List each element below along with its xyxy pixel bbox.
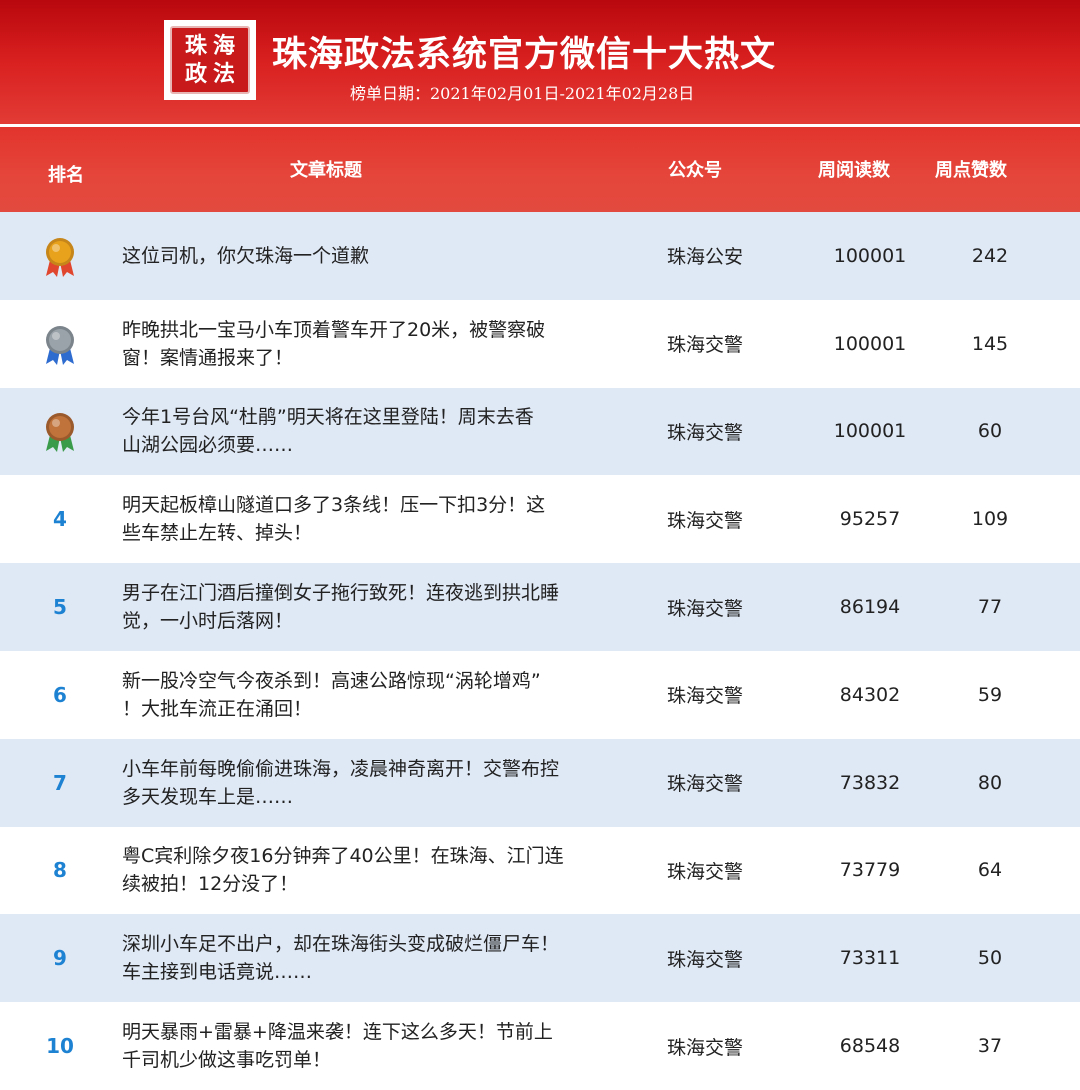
article-title-line: 今年1号台风“杜鹃”明天将在这里登陆！周末去香 bbox=[122, 406, 534, 429]
weekly-likes: 59 bbox=[977, 683, 1003, 706]
article-title-line: 山湖公园必须要…… bbox=[122, 434, 294, 457]
rank-number: 8 bbox=[53, 858, 67, 883]
table-row: 7 小车年前每晚偷偷进珠海，凌晨神奇离开！交警布控 多天发现车上是…… 珠海交警 738… bbox=[0, 738, 1080, 827]
table-row: 4 明天起板樟山隧道口多了3条线！压一下扣3分！这 些车禁止左转、掉头！ 珠海交警 95… bbox=[0, 475, 1080, 564]
seal-char: 政 bbox=[184, 61, 207, 87]
article-title-link[interactable]: 粤C宾利除夕夜16分钟奔了40公里！在珠海、江门连 续被拍！12分没了！ bbox=[122, 827, 572, 915]
article-title-line: 深圳小车足不出户，却在珠海街头变成破烂僵尸车！ bbox=[122, 933, 560, 956]
rank-number: 9 bbox=[53, 946, 67, 971]
rank-number: 5 bbox=[53, 595, 67, 620]
article-title-line: 窗！案情通报来了！ bbox=[122, 346, 294, 369]
article-title-line: 昨晚拱北一宝马小车顶着警车开了20米，被警察破 bbox=[122, 318, 546, 341]
table-row: 今年1号台风“杜鹃”明天将在这里登陆！周末去香 山湖公园必须要…… 珠海交警 1000… bbox=[0, 387, 1080, 476]
weekly-likes: 242 bbox=[971, 244, 1009, 267]
header-banner: 珠 海 政 法 珠海政法系统官方微信十大热文 榜单日期：2021年02月01日-… bbox=[0, 0, 1080, 124]
article-title-line: 粤C宾利除夕夜16分钟奔了40公里！在珠海、江门连 bbox=[122, 845, 564, 868]
article-title-line: 续被拍！12分没了！ bbox=[122, 873, 299, 896]
table-row: 昨晚拱北一宝马小车顶着警车开了20米，被警察破 窗！案情通报来了！ 珠海交警 1000… bbox=[0, 299, 1080, 388]
account-name: 珠海交警 bbox=[666, 948, 743, 971]
rank-cell bbox=[20, 388, 100, 476]
column-header-title: 文章标题 bbox=[290, 160, 362, 181]
seal-char: 珠 bbox=[184, 33, 207, 59]
article-title-line: 明天暴雨+雷暴+降温来袭！连下这么多天！节前上 bbox=[122, 1021, 553, 1044]
column-header-rank: 排名 bbox=[48, 165, 84, 186]
rank-cell: 6 bbox=[20, 651, 100, 739]
article-title-line: 小车年前每晚偷偷进珠海，凌晨神奇离开！交警布控 bbox=[122, 757, 560, 780]
weekly-likes: 109 bbox=[971, 508, 1009, 531]
account-name: 珠海交警 bbox=[666, 421, 743, 444]
zhuhai-politics-law-seal-logo: 珠 海 政 法 bbox=[164, 20, 256, 100]
article-title-line: 些车禁止左转、掉头！ bbox=[122, 522, 313, 545]
account-name: 珠海交警 bbox=[666, 685, 743, 708]
bronze-medal-icon bbox=[46, 413, 74, 453]
rank-cell: 4 bbox=[20, 475, 100, 563]
weekly-reads: 84302 bbox=[839, 683, 901, 706]
weekly-reads: 73311 bbox=[839, 947, 901, 970]
seal-stamp: 珠 海 政 法 bbox=[170, 26, 250, 94]
weekly-reads: 95257 bbox=[839, 508, 901, 531]
article-title-line: 多天发现车上是…… bbox=[122, 785, 294, 808]
rank-number: 4 bbox=[53, 507, 67, 532]
rank-number: 10 bbox=[46, 1034, 74, 1059]
rank-cell bbox=[20, 212, 100, 300]
rank-number: 6 bbox=[53, 682, 67, 707]
weekly-likes: 64 bbox=[977, 859, 1003, 882]
article-title-line: 男子在江门酒后撞倒女子拖行致死！连夜逃到拱北睡 bbox=[122, 582, 560, 605]
article-title-line: 车主接到电话竟说…… bbox=[122, 961, 313, 984]
article-title-link[interactable]: 这位司机，你欠珠海一个道歉 bbox=[122, 212, 572, 300]
table-row: 9 深圳小车足不出户，却在珠海街头变成破烂僵尸车！ 车主接到电话竟说…… 珠海交警 73… bbox=[0, 914, 1080, 1003]
rank-cell: 8 bbox=[20, 827, 100, 915]
ranking-table-body: 这位司机，你欠珠海一个道歉 珠海公安 100001 242 昨晚拱北一宝马小车顶着警车开… bbox=[0, 212, 1080, 1090]
article-title-link[interactable]: 明天起板樟山隧道口多了3条线！压一下扣3分！这 些车禁止左转、掉头！ bbox=[122, 475, 572, 563]
weekly-reads: 100001 bbox=[833, 420, 907, 443]
weekly-reads: 73832 bbox=[839, 771, 901, 794]
rank-number: 7 bbox=[53, 770, 67, 795]
rank-cell: 9 bbox=[20, 914, 100, 1002]
table-row: 这位司机，你欠珠海一个道歉 珠海公安 100001 242 bbox=[0, 212, 1080, 300]
weekly-likes: 145 bbox=[971, 332, 1009, 355]
weekly-likes: 80 bbox=[977, 771, 1003, 794]
account-name: 珠海交警 bbox=[666, 773, 743, 796]
column-header-weekly-likes: 周点赞数 bbox=[935, 160, 1007, 181]
article-title-link[interactable]: 小车年前每晚偷偷进珠海，凌晨神奇离开！交警布控 多天发现车上是…… bbox=[122, 739, 572, 827]
account-name: 珠海交警 bbox=[666, 509, 743, 532]
weekly-likes: 60 bbox=[977, 420, 1003, 443]
weekly-likes: 50 bbox=[977, 947, 1003, 970]
weekly-reads: 73779 bbox=[839, 859, 901, 882]
article-title-line: 明天起板樟山隧道口多了3条线！压一下扣3分！这 bbox=[122, 494, 546, 517]
article-title-line: 这位司机，你欠珠海一个道歉 bbox=[122, 244, 370, 267]
article-title-link[interactable]: 新一股冷空气今夜杀到！高速公路惊现“涡轮增鸡” ！大批车流正在涌回！ bbox=[122, 651, 572, 739]
account-name: 珠海交警 bbox=[666, 334, 743, 357]
article-title-line: 觉，一小时后落网！ bbox=[122, 610, 294, 633]
rank-cell: 7 bbox=[20, 739, 100, 827]
article-title-line: 新一股冷空气今夜杀到！高速公路惊现“涡轮增鸡” bbox=[122, 669, 541, 692]
weekly-likes: 77 bbox=[977, 596, 1003, 619]
seal-char: 海 bbox=[212, 33, 235, 59]
silver-medal-icon bbox=[46, 325, 74, 365]
article-title-link[interactable]: 男子在江门酒后撞倒女子拖行致死！连夜逃到拱北睡 觉，一小时后落网！ bbox=[122, 563, 572, 651]
rank-cell bbox=[20, 300, 100, 388]
article-title-line: ！大批车流正在涌回！ bbox=[122, 697, 313, 720]
seal-char: 法 bbox=[212, 61, 235, 87]
weekly-reads: 100001 bbox=[833, 332, 907, 355]
table-header: 排名 文章标题 公众号 周阅读数 周点赞数 bbox=[0, 127, 1080, 212]
article-title-line: 千司机少做这事吃罚单！ bbox=[122, 1049, 332, 1072]
article-title-link[interactable]: 深圳小车足不出户，却在珠海街头变成破烂僵尸车！ 车主接到电话竟说…… bbox=[122, 914, 572, 1002]
weekly-reads: 100001 bbox=[833, 244, 907, 267]
page-title: 珠海政法系统官方微信十大热文 bbox=[272, 35, 777, 75]
account-name: 珠海交警 bbox=[666, 597, 743, 620]
gold-medal-icon bbox=[46, 237, 74, 277]
account-name: 珠海公安 bbox=[666, 246, 743, 269]
article-title-link[interactable]: 昨晚拱北一宝马小车顶着警车开了20米，被警察破 窗！案情通报来了！ bbox=[122, 300, 572, 388]
article-title-link[interactable]: 今年1号台风“杜鹃”明天将在这里登陆！周末去香 山湖公园必须要…… bbox=[122, 388, 572, 476]
column-header-account: 公众号 bbox=[668, 160, 722, 181]
table-row: 5 男子在江门酒后撞倒女子拖行致死！连夜逃到拱北睡 觉，一小时后落网！ 珠海交警 861… bbox=[0, 563, 1080, 651]
date-range: 榜单日期：2021年02月01日-2021年02月28日 bbox=[350, 84, 695, 103]
account-name: 珠海交警 bbox=[666, 860, 743, 883]
rank-cell: 5 bbox=[20, 563, 100, 651]
table-row: 6 新一股冷空气今夜杀到！高速公路惊现“涡轮增鸡” ！大批车流正在涌回！ 珠海交警 84… bbox=[0, 650, 1080, 739]
table-row: 8 粤C宾利除夕夜16分钟奔了40公里！在珠海、江门连 续被拍！12分没了！ 珠海交警… bbox=[0, 826, 1080, 915]
weekly-reads: 86194 bbox=[839, 596, 901, 619]
column-header-weekly-reads: 周阅读数 bbox=[818, 160, 890, 181]
